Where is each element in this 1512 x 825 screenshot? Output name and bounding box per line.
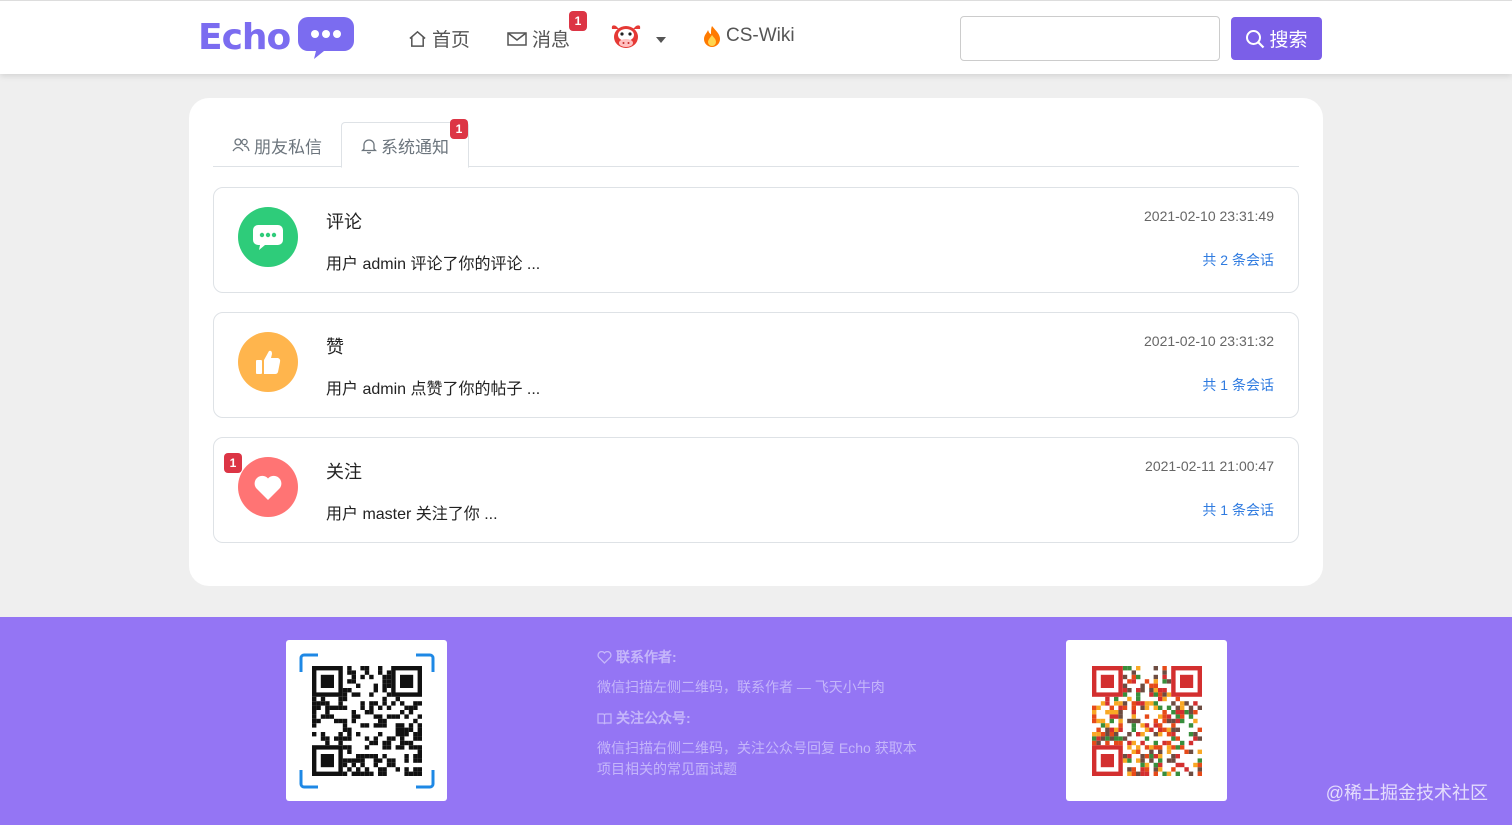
search-icon bbox=[1246, 29, 1265, 48]
chevron-down-icon bbox=[656, 37, 666, 43]
thumbs-up-icon bbox=[238, 332, 298, 392]
conversation-count-link[interactable]: 共 2 条会话 bbox=[1202, 250, 1274, 270]
notice-text: 用户 admin 评论了你的评论 ... bbox=[326, 256, 541, 273]
users-icon bbox=[232, 138, 250, 152]
logo[interactable]: Echo bbox=[198, 15, 355, 59]
chat-bubble-logo-icon bbox=[298, 15, 355, 59]
official-account-qr-code bbox=[1066, 640, 1227, 801]
search-input[interactable] bbox=[960, 16, 1220, 61]
author-wechat-qr-code bbox=[286, 640, 447, 801]
tab-friend-messages[interactable]: 朋友私信 bbox=[213, 122, 341, 168]
nav-messages-label: 消息 bbox=[532, 30, 571, 51]
conversation-count-link[interactable]: 共 1 条会话 bbox=[1202, 375, 1274, 395]
account-heading: 关注公众号: bbox=[597, 708, 917, 729]
user-menu-dropdown[interactable] bbox=[610, 23, 666, 57]
book-icon bbox=[597, 713, 612, 725]
notice-timestamp: 2021-02-10 23:31:32 bbox=[1144, 333, 1274, 349]
search-button-label: 搜索 bbox=[1269, 29, 1308, 51]
nav-home[interactable]: 首页 bbox=[408, 25, 470, 52]
search-button[interactable]: 搜索 bbox=[1231, 17, 1322, 60]
contact-text: 微信扫描左侧二维码，联系作者 — 飞天小牛肉 bbox=[597, 679, 885, 695]
account-text-line-2: 项目相关的常见面试题 bbox=[597, 761, 737, 777]
unread-badge: 1 bbox=[224, 453, 242, 473]
notice-item-follow[interactable]: 1 关注 用户 master 关注了你 ... 2021-02-11 21:00… bbox=[213, 437, 1299, 543]
fire-icon bbox=[703, 25, 721, 47]
heart-outline-icon bbox=[597, 651, 612, 664]
notice-timestamp: 2021-02-11 21:00:47 bbox=[1145, 458, 1274, 474]
comment-icon bbox=[238, 207, 298, 267]
watermark: @稀土掘金技术社区 bbox=[1325, 783, 1488, 803]
heart-icon bbox=[238, 457, 298, 517]
account-text-line-1: 微信扫描右侧二维码，关注公众号回复 Echo 获取本 bbox=[597, 740, 917, 756]
envelope-icon bbox=[507, 31, 527, 47]
notice-title: 评论 bbox=[326, 212, 362, 232]
nav-cs-wiki[interactable]: CS-Wiki bbox=[703, 25, 795, 47]
avatar bbox=[610, 23, 642, 57]
contact-heading: 联系作者: bbox=[597, 647, 917, 668]
notice-title: 赞 bbox=[326, 337, 344, 357]
messages-badge: 1 bbox=[569, 11, 587, 31]
notice-title: 关注 bbox=[326, 462, 362, 482]
tab-label: 朋友私信 bbox=[254, 137, 322, 157]
conversation-count-link[interactable]: 共 1 条会话 bbox=[1202, 500, 1274, 520]
tab-label: 系统通知 bbox=[381, 137, 449, 157]
nav-wiki-label: CS-Wiki bbox=[726, 25, 795, 46]
logo-text: Echo bbox=[198, 16, 291, 58]
top-navbar: Echo 首页 消息 1 CS-Wiki 搜索 bbox=[0, 0, 1512, 74]
notice-text: 用户 master 关注了你 ... bbox=[326, 506, 498, 523]
notices-badge: 1 bbox=[450, 119, 468, 139]
notice-item-comment[interactable]: 评论 用户 admin 评论了你的评论 ... 2021-02-10 23:31… bbox=[213, 187, 1299, 293]
footer-info: 联系作者: 微信扫描左侧二维码，联系作者 — 飞天小牛肉 关注公众号: 微信扫描… bbox=[597, 647, 917, 780]
nav-home-label: 首页 bbox=[432, 30, 471, 51]
bell-icon bbox=[361, 137, 377, 154]
home-icon bbox=[408, 29, 427, 48]
footer: 联系作者: 微信扫描左侧二维码，联系作者 — 飞天小牛肉 关注公众号: 微信扫描… bbox=[0, 617, 1512, 825]
message-tabs: 朋友私信 系统通知 1 bbox=[213, 119, 1299, 168]
tab-system-notices[interactable]: 系统通知 1 bbox=[341, 119, 469, 168]
notice-text: 用户 admin 点赞了你的帖子 ... bbox=[326, 381, 541, 398]
nav-messages[interactable]: 消息 1 bbox=[507, 11, 587, 52]
notice-item-like[interactable]: 赞 用户 admin 点赞了你的帖子 ... 2021-02-10 23:31:… bbox=[213, 312, 1299, 418]
notice-timestamp: 2021-02-10 23:31:49 bbox=[1144, 208, 1274, 224]
notice-card: 朋友私信 系统通知 1 评论 用户 admin 评论了你的评论 ... 2021… bbox=[189, 98, 1323, 586]
